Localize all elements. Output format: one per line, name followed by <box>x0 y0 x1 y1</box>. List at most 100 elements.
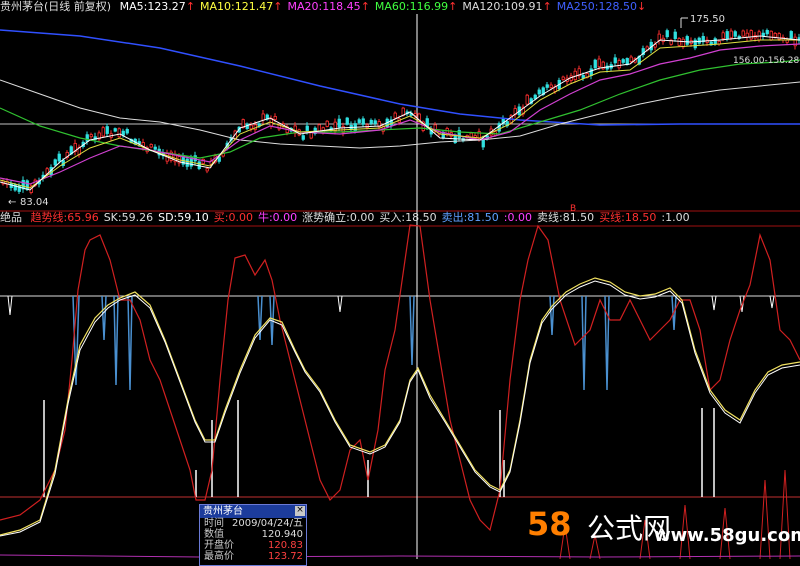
indicator-legend-item: 买入:18.50 <box>379 211 437 224</box>
candle-body <box>261 113 265 121</box>
candle-body <box>325 120 329 127</box>
arrow-icon: ↓ <box>637 0 647 13</box>
candle-body <box>589 68 593 76</box>
info-row-value: 2009/04/24/五 <box>231 518 303 529</box>
candle-body <box>301 135 305 140</box>
info-row-key: 时间 <box>204 518 224 529</box>
low-label: 83.04 <box>20 197 49 208</box>
candle-body <box>629 56 633 62</box>
candle-body <box>113 128 117 132</box>
mid-label: 156.00-156.28 <box>733 56 800 66</box>
chart-background <box>0 0 800 559</box>
info-panel[interactable]: 贵州茅台 × 时间 2009/04/24/五 数值 120.940 开盘价 120.83 最… <box>199 504 307 566</box>
candle-body <box>57 153 61 162</box>
watermark-url: www.58gu.com <box>654 525 800 546</box>
indicator-legend-item: :0.00 <box>503 211 532 224</box>
info-row-key: 数值 <box>204 529 224 540</box>
candle-body <box>333 121 337 132</box>
candle-body <box>153 146 157 150</box>
watermark-number: 58 <box>527 505 572 543</box>
candle-body <box>305 125 309 131</box>
indicator-legend-item: :1.00 <box>661 211 690 224</box>
candle-body <box>685 36 689 45</box>
info-row-value: 123.72 <box>268 551 303 562</box>
indicator-legend-item: 卖线:81.50 <box>536 211 595 224</box>
candle-body <box>205 168 209 172</box>
candle-body <box>393 112 397 119</box>
ma-legend-item: MA10:121.47 <box>200 0 274 13</box>
arrow-icon: ↑ <box>273 0 283 13</box>
ma-legend-item: MA60:116.99 <box>374 0 449 13</box>
candle-body <box>765 30 769 35</box>
candle-body <box>725 31 729 40</box>
candle-body <box>549 84 553 88</box>
candle-body <box>617 60 621 69</box>
indicator-legend-item: 卖出:81.50 <box>441 211 499 224</box>
candle-body <box>373 120 377 124</box>
candle-body <box>149 144 153 148</box>
stock-title[interactable]: 贵州茅台(日线 前复权) <box>0 0 111 13</box>
candle-body <box>85 134 89 142</box>
indicator-legend-item: SD:59.10 <box>158 211 209 224</box>
candle-body <box>273 116 277 120</box>
candle-body <box>741 30 745 37</box>
arrow-icon: ↑ <box>542 0 552 13</box>
candle-body <box>761 32 765 37</box>
info-row-key: 开盘价 <box>204 540 234 551</box>
candle-body <box>729 30 733 39</box>
info-panel-title[interactable]: 贵州茅台 × <box>200 505 306 518</box>
candle-body <box>621 59 625 63</box>
info-row: 开盘价 120.83 <box>200 540 306 551</box>
candle-body <box>125 129 129 134</box>
candle-body <box>665 30 669 38</box>
watermark-logo: 58 公式网 www.58gu.com <box>527 505 800 555</box>
ma-legend-bar: 贵州茅台(日线 前复权) MA5:123.27↑ MA10:121.47↑ MA20… <box>0 0 800 14</box>
candle-body <box>53 159 57 166</box>
indicator-legend-item: 买线:18.50 <box>599 211 657 224</box>
candle-body <box>625 58 629 65</box>
indicator-legend-bar: 绝品 趋势线:65.96 SK:59.26 SD:59.10 买:0.00 牛:0.00… <box>0 211 800 225</box>
candle-body <box>789 31 793 39</box>
info-row: 最高价 123.72 <box>200 551 306 562</box>
candle-body <box>561 76 565 80</box>
candle-body <box>597 58 601 68</box>
candle-body <box>593 59 597 69</box>
candle-body <box>681 38 685 48</box>
candle-body <box>733 31 737 37</box>
candle-body <box>369 119 373 124</box>
info-row-value: 120.83 <box>268 540 303 551</box>
candle-body <box>713 38 717 45</box>
indicator-legend-item: 牛:0.00 <box>257 211 298 224</box>
candle-body <box>25 180 29 190</box>
arrow-icon: ↑ <box>185 0 196 13</box>
candle-body <box>117 128 121 138</box>
chart-area[interactable]: 175.50 ← 83.04 156.00-156.28 B <box>0 0 800 559</box>
info-panel-title-text: 贵州茅台 <box>203 506 243 517</box>
low-label-arrow: ← <box>8 197 16 208</box>
indicator-name[interactable]: 绝品 <box>0 211 22 224</box>
info-row: 数值 120.940 <box>200 529 306 540</box>
candle-body <box>573 70 577 80</box>
candle-body <box>249 124 253 130</box>
candle-body <box>581 75 585 79</box>
candle-body <box>361 118 365 125</box>
info-row-key: 最高价 <box>204 551 234 562</box>
candle-body <box>677 38 681 46</box>
candle-body <box>769 30 773 41</box>
ma-legend-item: MA5:123.27 <box>119 0 186 13</box>
indicator-legend-item: SK:59.26 <box>103 211 154 224</box>
candle-body <box>185 158 189 167</box>
candle-body <box>673 31 677 39</box>
candle-body <box>357 119 361 123</box>
arrow-icon: ↑ <box>448 0 458 13</box>
ma-legend-item: MA20:118.45 <box>287 0 361 13</box>
high-label: 175.50 <box>690 14 725 25</box>
candle-body <box>545 84 549 88</box>
indicator-legend-item: 趋势线:65.96 <box>30 211 99 224</box>
candle-body <box>537 89 541 95</box>
candle-body <box>745 32 749 38</box>
indicator-legend-item: 涨势确立:0.00 <box>302 211 375 224</box>
candle-body <box>721 32 725 40</box>
info-row-value: 120.940 <box>261 529 303 540</box>
close-icon[interactable]: × <box>295 506 305 516</box>
